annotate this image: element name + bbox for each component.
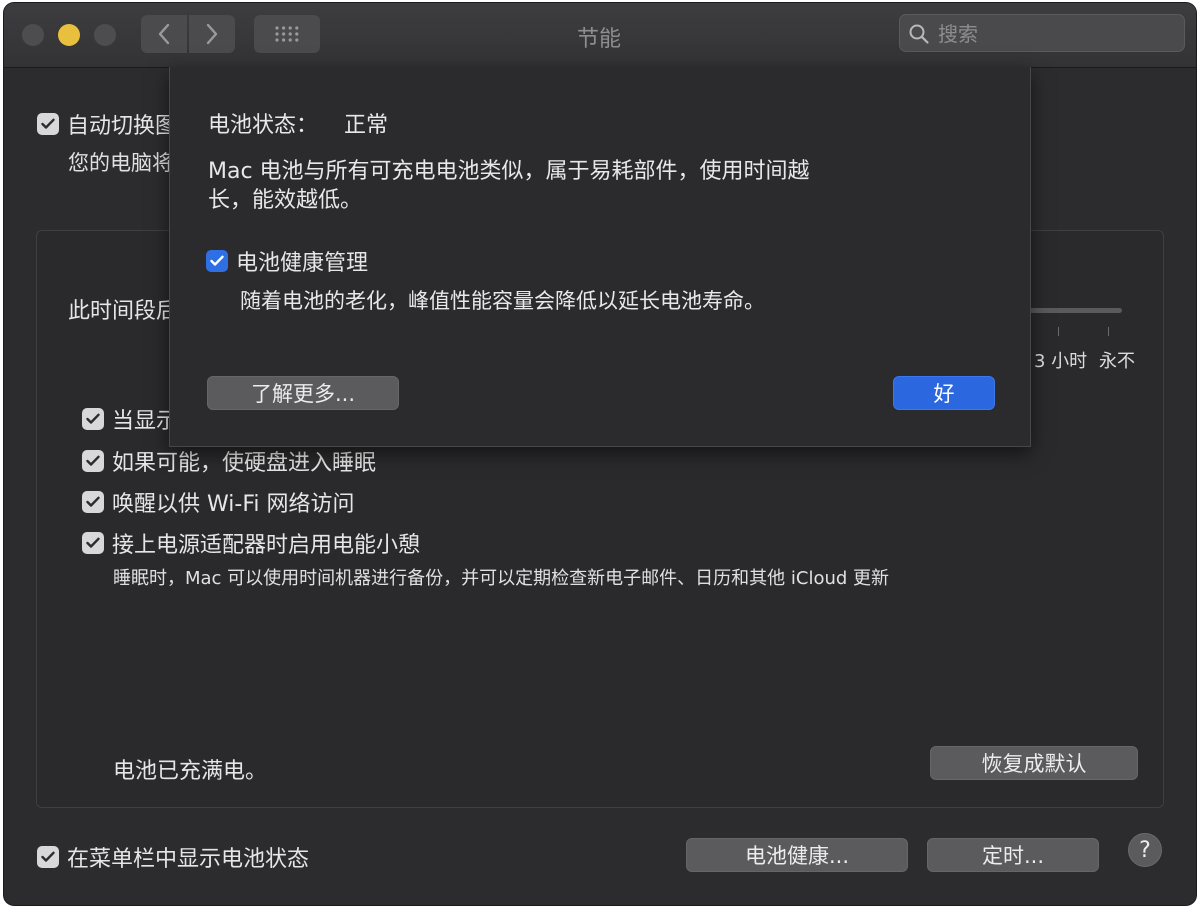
disk-sleep-checkbox[interactable]: [82, 450, 104, 472]
close-window-button[interactable]: [22, 24, 44, 46]
show-all-button[interactable]: [254, 15, 320, 53]
checkmark-icon: [86, 537, 100, 548]
checkmark-icon: [86, 455, 100, 466]
battery-health-management-checkbox[interactable]: [206, 250, 228, 272]
option-wifi-wake-row[interactable]: 唤醒以供 Wi-Fi 网络访问: [82, 486, 354, 518]
period-label-text: 此时间段后: [68, 299, 179, 324]
checkmark-icon: [86, 413, 100, 424]
title-bar: 节能: [4, 3, 1196, 68]
power-nap-checkbox[interactable]: [82, 532, 104, 554]
restore-defaults-button[interactable]: 恢复成默认: [930, 746, 1138, 780]
slider-tick: [1058, 327, 1059, 336]
battery-description-line2: 长，能效越低。: [208, 188, 363, 213]
chevron-left-icon: [158, 23, 170, 45]
zoom-window-button[interactable]: [94, 24, 116, 46]
slider-tick-label-3h: 3 小时: [1034, 351, 1088, 372]
learn-more-button[interactable]: 了解更多...: [207, 376, 399, 410]
chevron-right-icon: [206, 23, 218, 45]
show-battery-status-label: 在菜单栏中显示电池状态: [67, 847, 310, 872]
forward-button[interactable]: [189, 15, 235, 53]
checkmark-icon: [41, 851, 55, 862]
window-title: 节能: [576, 27, 621, 52]
schedule-button[interactable]: 定时...: [927, 838, 1099, 872]
auto-switch-description: 您的电脑将: [68, 151, 173, 175]
back-button[interactable]: [141, 15, 187, 53]
battery-condition-label: 电池状态：: [208, 113, 319, 138]
show-battery-status-row[interactable]: 在菜单栏中显示电池状态: [37, 841, 309, 873]
battery-health-button[interactable]: 电池健康...: [686, 838, 908, 872]
power-nap-description: 睡眠时，Mac 可以使用时间机器进行备份，并可以定期检查新电子邮件、日历和其他 …: [113, 568, 890, 589]
energy-saver-window: 节能 自动切换图 您的电脑将 此时间段后 3 小时 永不 当显示: [4, 3, 1196, 905]
wifi-wake-checkbox[interactable]: [82, 491, 104, 513]
grid-icon: [275, 26, 299, 42]
search-field[interactable]: [899, 14, 1185, 52]
search-icon: [909, 24, 929, 44]
checkmark-icon: [86, 496, 100, 507]
battery-status-text: 电池已充满电。: [113, 759, 268, 784]
auto-switch-checkbox[interactable]: [37, 113, 59, 135]
battery-health-sheet: 电池状态： 正常 Mac 电池与所有可充电电池类似，属于易耗部件，使用时间越 长…: [169, 67, 1031, 447]
disk-sleep-label: 如果可能，使硬盘进入睡眠: [112, 451, 377, 476]
display-sleep-slider[interactable]: [1026, 308, 1122, 313]
option-power-nap-row[interactable]: 接上电源适配器时启用电能小憩: [82, 527, 420, 559]
checkmark-icon: [41, 118, 55, 129]
ok-button[interactable]: 好: [893, 376, 995, 410]
auto-switch-label: 自动切换图: [67, 114, 178, 139]
option-disk-sleep-row[interactable]: 如果可能，使硬盘进入睡眠: [82, 445, 376, 477]
minimize-window-button[interactable]: [58, 24, 80, 46]
battery-health-management-description: 随着电池的老化，峰值性能容量会降低以延长电池寿命。: [240, 289, 765, 313]
battery-health-management-row[interactable]: 电池健康管理: [206, 245, 368, 277]
help-button[interactable]: ?: [1128, 833, 1162, 867]
slider-tick: [1108, 327, 1109, 336]
display-off-checkbox[interactable]: [82, 408, 104, 430]
slider-tick-label-never: 永不: [1099, 351, 1135, 372]
option-display-off-row[interactable]: 当显示: [82, 403, 178, 435]
battery-condition-value: 正常: [344, 113, 389, 138]
auto-switch-graphics-row[interactable]: 自动切换图: [37, 108, 177, 140]
battery-health-management-label: 电池健康管理: [236, 251, 369, 276]
show-battery-status-checkbox[interactable]: [37, 846, 59, 868]
battery-description-line1: Mac 电池与所有可充电电池类似，属于易耗部件，使用时间越: [208, 159, 810, 184]
period-label: 此时间段后: [68, 293, 178, 325]
checkmark-icon: [210, 255, 224, 266]
search-input[interactable]: [936, 19, 1180, 49]
power-nap-label: 接上电源适配器时启用电能小憩: [112, 533, 421, 558]
wifi-wake-label: 唤醒以供 Wi-Fi 网络访问: [112, 492, 355, 517]
battery-status-row: 电池已充满电。: [113, 753, 267, 785]
